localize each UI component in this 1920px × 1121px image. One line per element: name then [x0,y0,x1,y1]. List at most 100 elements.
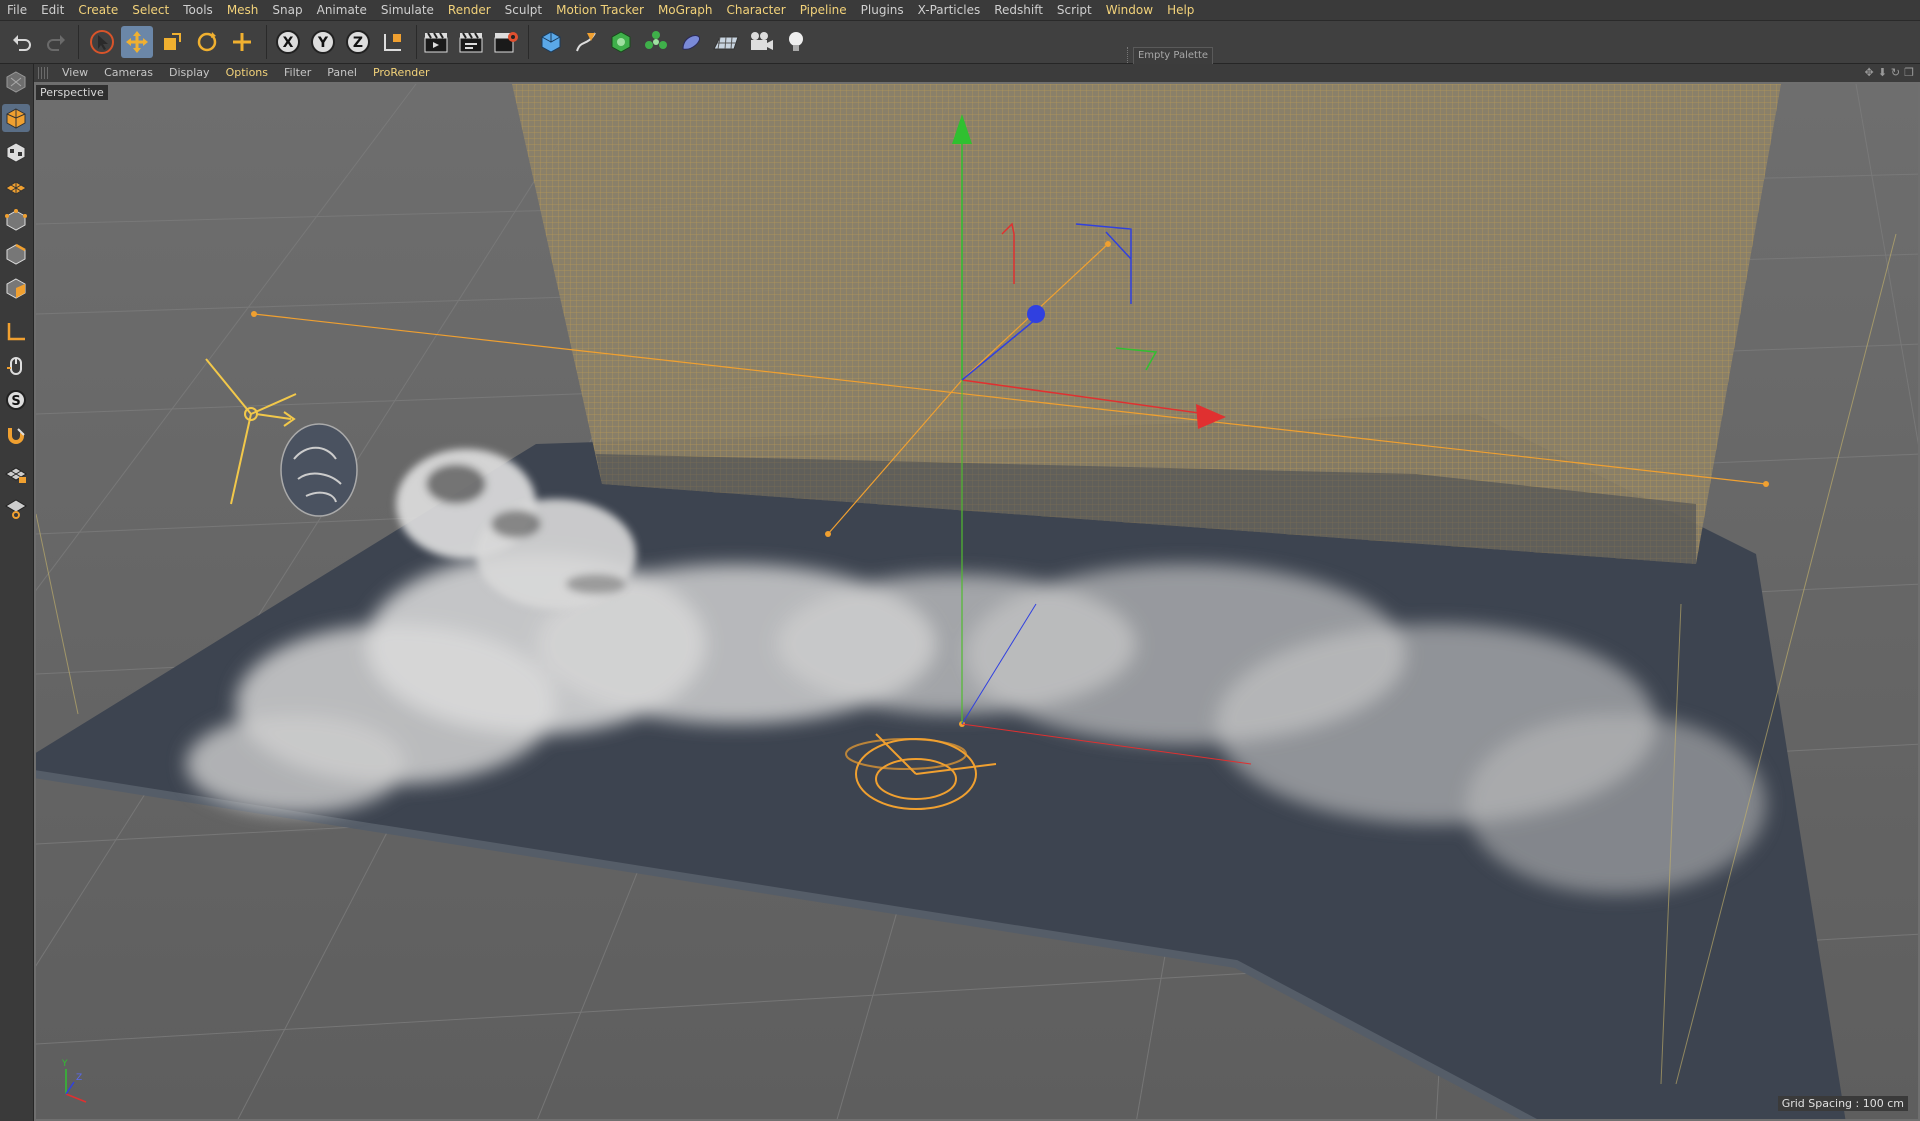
workplane-mode-button[interactable] [2,172,30,200]
viewport-menu-view[interactable]: View [54,64,96,82]
magnet-button[interactable] [2,422,30,450]
viewport-menu-cameras[interactable]: Cameras [96,64,161,82]
menu-redshift[interactable]: Redshift [987,0,1050,20]
make-editable-button[interactable] [2,68,30,96]
viewport-menu-display[interactable]: Display [161,64,218,82]
viewport-menu-filter[interactable]: Filter [276,64,319,82]
pan-icon[interactable]: ✥ [1864,66,1873,79]
main-toolbar: X Y Z Empty Palette [0,21,1920,73]
menu-file[interactable]: File [0,0,34,20]
bend-deformer-icon [682,35,701,50]
menu-animate[interactable]: Animate [310,0,374,20]
live-selection-button[interactable] [86,26,118,58]
camera-label[interactable]: Perspective [36,85,108,100]
z-axis-label: Z [353,35,363,51]
viewport-menu-prorender[interactable]: ProRender [365,64,438,82]
pen-spline-icon [576,32,596,52]
camera-icon [751,32,773,50]
perspective-viewport[interactable]: Y Z [34,82,1920,1121]
scale-tool-button[interactable] [156,26,188,58]
menu-plugins[interactable]: Plugins [854,0,911,20]
render-settings-icon [494,32,518,53]
add-cube-button[interactable] [535,26,567,58]
menu-select[interactable]: Select [125,0,176,20]
viewport-menu-panel[interactable]: Panel [319,64,365,82]
add-spline-button[interactable] [570,26,602,58]
magnet-icon [8,428,25,444]
add-camera-button[interactable] [745,26,777,58]
rotate-tool-button[interactable] [191,26,223,58]
plus-move-icon [233,33,251,51]
texture-mode-button[interactable] [2,138,30,166]
svg-text:Z: Z [76,1073,82,1083]
maximize-view-icon[interactable]: ❐ [1904,66,1914,79]
menu-render[interactable]: Render [441,0,498,20]
mode-palette: S [0,64,34,1121]
workplane-rotate-icon [5,499,27,519]
menu-motion-tracker[interactable]: Motion Tracker [549,0,651,20]
redo-button[interactable] [40,26,72,58]
axis-l-icon [7,323,25,341]
model-mode-button[interactable] [2,104,30,132]
viewport-nav-controls: ✥ ⬇ ↻ ❐ [1864,66,1914,79]
recent-tool-button[interactable] [226,26,258,58]
render-to-picture-viewer-button[interactable] [455,26,487,58]
x-axis-lock-button[interactable]: X [272,26,304,58]
workplane-lock-icon [5,467,27,483]
render-settings-button[interactable] [490,26,522,58]
add-environment-button[interactable] [710,26,742,58]
clapboard-icon [424,32,448,53]
move-tool-button[interactable] [121,26,153,58]
polygons-mode-button[interactable] [2,274,30,302]
menu-character[interactable]: Character [719,0,792,20]
enable-axis-button[interactable] [2,318,30,346]
locked-workplane-button[interactable] [2,460,30,488]
menu-mesh[interactable]: Mesh [220,0,266,20]
menu-bar: File Edit Create Select Tools Mesh Snap Animate… [0,0,1920,21]
z-axis-lock-button[interactable]: Z [342,26,374,58]
add-mograph-button[interactable] [640,26,672,58]
menu-pipeline[interactable]: Pipeline [793,0,854,20]
add-deformer-button[interactable] [675,26,707,58]
menu-simulate[interactable]: Simulate [374,0,441,20]
menu-create[interactable]: Create [71,0,125,20]
menu-mograph[interactable]: MoGraph [651,0,720,20]
undo-button[interactable] [6,26,38,58]
undo-icon [13,35,31,51]
dolly-icon[interactable]: ⬇ [1878,66,1887,79]
menu-x-particles[interactable]: X-Particles [911,0,988,20]
x-axis-icon: X [276,30,300,54]
menu-help[interactable]: Help [1160,0,1201,20]
menu-tools[interactable]: Tools [176,0,220,20]
snapping-button[interactable]: S [2,386,30,414]
menu-window[interactable]: Window [1099,0,1160,20]
y-axis-lock-button[interactable]: Y [307,26,339,58]
menu-edit[interactable]: Edit [34,0,71,20]
points-mode-button[interactable] [2,206,30,234]
coordinate-system-button[interactable] [377,26,409,58]
menu-sculpt[interactable]: Sculpt [498,0,549,20]
y-axis-icon: Y [311,30,335,54]
cursor-icon [90,30,114,54]
add-light-button[interactable] [780,26,812,58]
light-bulb-icon [789,32,803,51]
cube-icon [541,31,561,53]
add-generator-button[interactable] [605,26,637,58]
menu-snap[interactable]: Snap [265,0,309,20]
planar-workplane-button[interactable] [2,494,30,522]
polygons-icon [6,278,26,299]
orbit-icon[interactable]: ↻ [1891,66,1900,79]
points-icon [5,209,27,231]
workplane-icon [5,181,27,195]
render-view-button[interactable] [420,26,452,58]
menu-script[interactable]: Script [1050,0,1099,20]
y-axis-label: Y [317,35,329,51]
empty-palette[interactable]: Empty Palette [1133,47,1213,65]
viewport-menu-options[interactable]: Options [218,64,276,82]
wind-turbulence-sphere [280,423,358,517]
render-picture-viewer-icon [459,32,483,53]
viewport-menu-bar: View Cameras Display Options Filter Panel ProR… [34,64,1920,82]
tweak-mode-button[interactable] [2,352,30,380]
edges-mode-button[interactable] [2,240,30,268]
viewport-grip[interactable] [38,67,48,79]
